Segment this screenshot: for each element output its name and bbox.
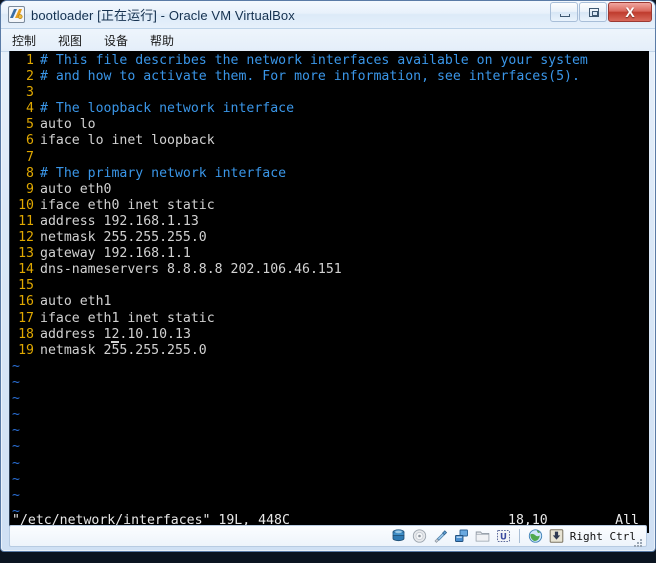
vim-tilde: ~ — [12, 359, 20, 374]
host-key-label: Right Ctrl — [569, 529, 636, 543]
remote-desktop-icon[interactable] — [527, 528, 544, 544]
vim-line: 16 auto eth1 — [10, 294, 649, 310]
vim-tilde: ~ — [12, 423, 20, 439]
vim-line-text: auto eth1 — [40, 294, 112, 310]
vim-line-text: # The primary network interface — [40, 165, 287, 181]
vim-line: 8 # The primary network interface — [10, 166, 649, 182]
vim-line-number: 15 — [18, 278, 34, 294]
vim-line-number: 2 — [26, 69, 34, 85]
vim-line: 5 auto lo — [10, 117, 649, 133]
vim-line-number: 17 — [18, 310, 34, 326]
vim-line: 7 — [10, 150, 649, 166]
restore-button[interactable] — [579, 2, 607, 22]
virtualbox-window: bootloader [正在运行] - Oracle VM VirtualBox… — [0, 0, 656, 552]
menu-view[interactable]: 视图 — [55, 31, 85, 50]
vim-line-text: iface eth1 inet static — [40, 310, 215, 326]
menu-control[interactable]: 控制 — [9, 31, 39, 50]
menu-bar: 控制 视图 设备 帮助 — [1, 29, 655, 52]
close-icon: X — [625, 4, 635, 20]
vim-line-text: dns-nameservers 8.8.8.8 202.106.46.151 — [40, 262, 342, 278]
menu-help[interactable]: 帮助 — [147, 31, 177, 50]
vim-line-number: 13 — [18, 246, 34, 262]
vim-line-number: 9 — [26, 181, 34, 197]
vim-line-text: auto lo — [40, 117, 96, 133]
vim-line-number: 5 — [26, 117, 34, 133]
vim-line-text: iface eth0 inet static — [40, 197, 215, 213]
vim-line: 9 auto eth0 — [10, 182, 649, 198]
vim-tilde: ~ — [12, 487, 20, 503]
vim-line-number: 3 — [26, 85, 34, 101]
vim-line: 19 netmask 255.255.255.0 — [10, 343, 649, 359]
vim-line-text: # The loopback network interface — [40, 101, 295, 117]
vim-tilde: ~ — [12, 455, 20, 471]
usb-icon[interactable] — [432, 528, 449, 544]
vim-line: 4 # The loopback network interface — [10, 101, 649, 117]
vim-line: 6 iface lo inet loopback — [10, 133, 649, 149]
vim-line-text: address 192.168.1.13 — [40, 213, 199, 229]
vim-tilde: ~ — [12, 391, 20, 407]
vim-buffer: 1 # This file describes the network inter… — [10, 53, 649, 359]
minimize-icon — [560, 14, 570, 17]
vim-line-number: 18 — [18, 326, 34, 342]
optical-disk-icon[interactable] — [411, 528, 428, 544]
display-icon[interactable]: U — [495, 528, 512, 544]
vim-line: 3 — [10, 85, 649, 101]
vim-line-number: 12 — [18, 230, 34, 246]
vim-line: 14 dns-nameservers 8.8.8.8 202.106.46.151 — [10, 262, 649, 278]
guest-screen[interactable]: 1 # This file describes the network inter… — [9, 51, 649, 533]
vim-line: 12 netmask 255.255.255.0 — [10, 230, 649, 246]
vim-line-text: address 12.10.10.13 — [40, 326, 191, 343]
vim-line-number: 16 — [18, 294, 34, 310]
restore-icon — [589, 8, 599, 17]
vim-tilde: ~ — [12, 471, 20, 487]
vim-line-number: 11 — [18, 213, 34, 229]
vim-tilde: ~ — [12, 439, 20, 455]
svg-text:U: U — [500, 532, 507, 542]
vim-line-text: auto eth0 — [40, 181, 112, 197]
resize-grip[interactable] — [634, 535, 643, 547]
vim-terminal[interactable]: 1 # This file describes the network inter… — [10, 51, 649, 533]
status-separator — [518, 529, 520, 543]
vim-line: 13 gateway 192.168.1.1 — [10, 246, 649, 262]
vim-line-number: 8 — [26, 165, 34, 181]
vim-line-text: # and how to activate them. For more inf… — [40, 69, 580, 85]
vim-line: 2 # and how to activate them. For more in… — [10, 69, 649, 85]
vim-line-text: gateway 192.168.1.1 — [40, 246, 191, 262]
menu-devices[interactable]: 设备 — [101, 31, 131, 50]
network-icon[interactable] — [453, 528, 470, 544]
vim-line-text: netmask 255.255.255.0 — [40, 342, 207, 358]
virtualbox-icon — [8, 6, 25, 23]
vim-line-text: iface lo inet loopback — [40, 133, 215, 149]
shared-folders-icon[interactable] — [474, 528, 491, 544]
minimize-button[interactable] — [550, 2, 578, 22]
close-button[interactable]: X — [608, 2, 652, 22]
vim-line-number: 6 — [26, 133, 34, 149]
vim-line-number: 7 — [26, 149, 34, 165]
vim-line: 11 address 192.168.1.13 — [10, 214, 649, 230]
vim-line-text: netmask 255.255.255.0 — [40, 230, 207, 246]
vim-line: 10 iface eth0 inet static — [10, 198, 649, 214]
title-bar: bootloader [正在运行] - Oracle VM VirtualBox… — [1, 1, 655, 29]
vim-line-number: 4 — [26, 101, 34, 117]
vim-line-number: 1 — [26, 53, 34, 68]
vim-line-number: 14 — [18, 262, 34, 278]
vim-tilde: ~ — [12, 407, 20, 423]
vim-empty-lines: ~~~~~~~~~~~~ — [10, 359, 20, 533]
vim-line: 18 address 12.10.10.13 — [10, 327, 649, 343]
hard-disk-icon[interactable] — [390, 528, 407, 544]
mouse-capture-icon[interactable] — [548, 528, 565, 544]
window-controls: X — [550, 2, 652, 22]
vim-line-number: 10 — [18, 197, 34, 213]
vbox-status-bar: U Right Ctrl — [9, 525, 647, 547]
vim-line-number: 19 — [18, 342, 34, 358]
vim-tilde: ~ — [12, 375, 20, 391]
vim-line-text: # This file describes the network interf… — [40, 53, 588, 68]
vim-line: 15 — [10, 278, 649, 294]
vim-line: 17 iface eth1 inet static — [10, 311, 649, 327]
window-title: bootloader [正在运行] - Oracle VM VirtualBox — [31, 8, 295, 23]
vim-line: 1 # This file describes the network inter… — [10, 53, 649, 69]
vim-cursor: 2 — [111, 326, 120, 343]
